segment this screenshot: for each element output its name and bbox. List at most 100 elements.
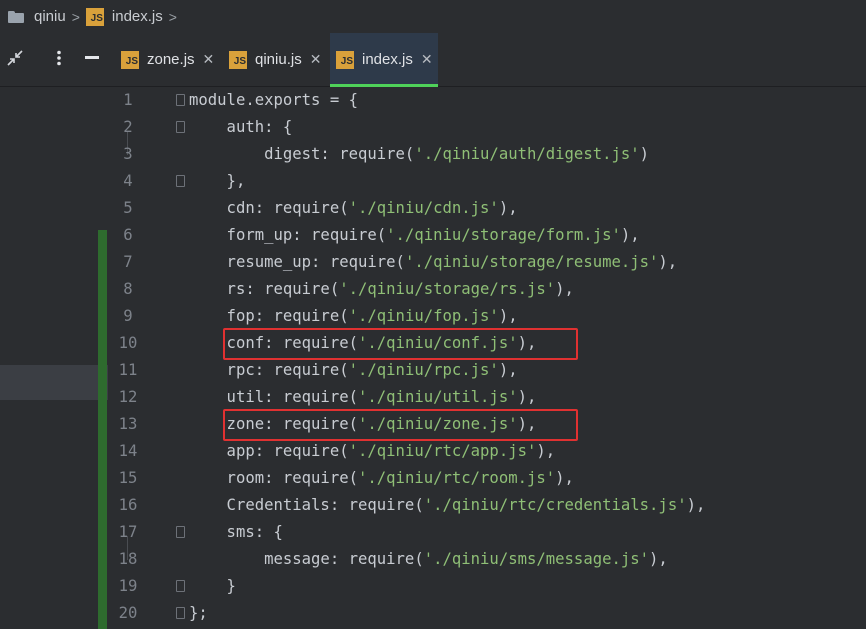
code-token: digest: require( <box>189 145 415 163</box>
code-line[interactable]: 6 form_up: require('./qiniu/storage/form… <box>108 222 866 249</box>
tab-label: index.js <box>362 51 413 68</box>
line-number: 6 <box>123 226 133 244</box>
code-token: rs: require( <box>189 280 340 298</box>
line-number: 5 <box>123 199 133 217</box>
code-text: rpc: require('./qiniu/rpc.js'), <box>189 357 518 384</box>
code-token: ), <box>498 307 518 325</box>
line-number: 18 <box>118 550 138 568</box>
line-number: 7 <box>123 253 133 271</box>
code-token: util: require( <box>189 388 358 406</box>
string-literal: './qiniu/storage/resume.js' <box>404 253 659 271</box>
code-token: ), <box>658 253 678 271</box>
code-text: fop: require('./qiniu/fop.js'), <box>189 303 518 330</box>
code-token: rpc: require( <box>189 361 349 379</box>
code-token: }, <box>189 172 246 190</box>
code-line[interactable]: 16 Credentials: require('./qiniu/rtc/cre… <box>108 492 866 519</box>
fold-marker-icon[interactable] <box>176 526 185 538</box>
tab-label: zone.js <box>147 51 195 68</box>
line-number: 19 <box>118 577 138 595</box>
code-line[interactable]: 1 module.exports = { <box>108 87 866 114</box>
code-token: }; <box>189 604 208 622</box>
line-number: 2 <box>123 118 133 136</box>
code-token: fop: require( <box>189 307 349 325</box>
close-icon[interactable]: ✕ <box>310 51 322 68</box>
vcs-change-marker[interactable] <box>98 230 107 629</box>
code-line[interactable]: 2 auth: { <box>108 114 866 141</box>
code-token: ), <box>555 280 574 298</box>
line-number: 4 <box>123 172 133 190</box>
string-literal: './qiniu/util.js' <box>358 388 518 406</box>
code-text: form_up: require('./qiniu/storage/form.j… <box>189 222 640 249</box>
minimize-icon[interactable] <box>79 45 105 71</box>
string-literal: './qiniu/rtc/credentials.js' <box>423 496 687 514</box>
code-text: digest: require('./qiniu/auth/digest.js'… <box>189 141 649 168</box>
code-line[interactable]: 3 digest: require('./qiniu/auth/digest.j… <box>108 141 866 168</box>
current-line-highlight <box>0 365 108 400</box>
code-token: ), <box>498 199 518 217</box>
code-token: } <box>189 577 236 595</box>
code-editor[interactable]: 1 module.exports = {2 auth: {3 digest: re… <box>0 87 866 629</box>
code-text: app: require('./qiniu/rtc/app.js'), <box>189 438 556 465</box>
folder-icon <box>8 10 24 23</box>
line-number: 11 <box>118 361 138 379</box>
code-line[interactable]: 19 } <box>108 573 866 600</box>
code-line[interactable]: 20}; <box>108 600 866 627</box>
js-file-icon: JS <box>121 50 139 69</box>
tab-index-js[interactable]: JS index.js ✕ <box>330 33 438 87</box>
code-text: util: require('./qiniu/util.js'), <box>189 384 537 411</box>
string-literal: './qiniu/storage/rs.js' <box>339 280 556 298</box>
code-line[interactable]: 15 room: require('./qiniu/rtc/room.js'), <box>108 465 866 492</box>
code-line[interactable]: 4 }, <box>108 168 866 195</box>
code-line[interactable]: 18 message: require('./qiniu/sms/message… <box>108 546 866 573</box>
line-number: 12 <box>118 388 138 406</box>
code-text: room: require('./qiniu/rtc/room.js'), <box>189 465 574 492</box>
code-token: Credentials: require( <box>189 496 424 514</box>
tab-zone-js[interactable]: JS zone.js ✕ <box>115 33 221 86</box>
code-line[interactable]: 14 app: require('./qiniu/rtc/app.js'), <box>108 438 866 465</box>
fold-marker-icon[interactable] <box>176 580 185 592</box>
string-literal: './qiniu/rtc/app.js' <box>348 442 537 460</box>
code-line[interactable]: 17 sms: { <box>108 519 866 546</box>
code-text: }; <box>189 600 208 627</box>
breadcrumb-item-qiniu[interactable]: qiniu <box>34 8 66 25</box>
line-number: 16 <box>118 496 138 514</box>
fold-marker-icon[interactable] <box>176 175 185 187</box>
code-line[interactable]: 12 util: require('./qiniu/util.js'), <box>108 384 866 411</box>
fold-marker-icon[interactable] <box>176 607 185 619</box>
side-panel <box>0 87 108 629</box>
code-token: module.exports = { <box>189 91 358 109</box>
code-line[interactable]: 8 rs: require('./qiniu/storage/rs.js'), <box>108 276 866 303</box>
code-token: form_up: require( <box>189 226 387 244</box>
code-token: ), <box>686 496 706 514</box>
line-number: 3 <box>123 145 133 163</box>
js-file-icon: JS <box>85 7 104 26</box>
code-token: app: require( <box>189 442 349 460</box>
string-literal: './qiniu/storage/form.js' <box>386 226 621 244</box>
code-token: ), <box>555 469 574 487</box>
fold-marker-icon[interactable] <box>176 121 185 133</box>
line-number: 14 <box>118 442 138 460</box>
code-text: module.exports = { <box>189 87 358 114</box>
collapse-arrows-icon[interactable] <box>2 45 28 71</box>
code-token: ), <box>536 442 556 460</box>
line-number: 1 <box>123 91 133 109</box>
breadcrumb-item-index[interactable]: JS index.js <box>85 7 163 26</box>
editor-tab-bar: JS zone.js ✕ JS qiniu.js ✕ JS index.js ✕ <box>0 33 866 87</box>
fold-marker-icon[interactable] <box>176 94 185 106</box>
code-token: ), <box>620 226 640 244</box>
tab-qiniu-js[interactable]: JS qiniu.js ✕ <box>223 33 329 86</box>
code-token: ), <box>498 361 518 379</box>
code-line[interactable]: 7 resume_up: require('./qiniu/storage/re… <box>108 249 866 276</box>
more-vertical-icon[interactable] <box>46 45 72 71</box>
code-line[interactable]: 11 rpc: require('./qiniu/rpc.js'), <box>108 357 866 384</box>
line-number: 15 <box>118 469 138 487</box>
code-line[interactable]: 5 cdn: require('./qiniu/cdn.js'), <box>108 195 866 222</box>
code-token: ), <box>649 550 668 568</box>
close-icon[interactable]: ✕ <box>421 51 433 68</box>
code-text: sms: { <box>189 519 283 546</box>
close-icon[interactable]: ✕ <box>203 51 215 68</box>
string-literal: './qiniu/rpc.js' <box>348 361 499 379</box>
code-token: ), <box>517 388 537 406</box>
code-line[interactable]: 9 fop: require('./qiniu/fop.js'), <box>108 303 866 330</box>
code-token: auth: { <box>189 118 293 136</box>
